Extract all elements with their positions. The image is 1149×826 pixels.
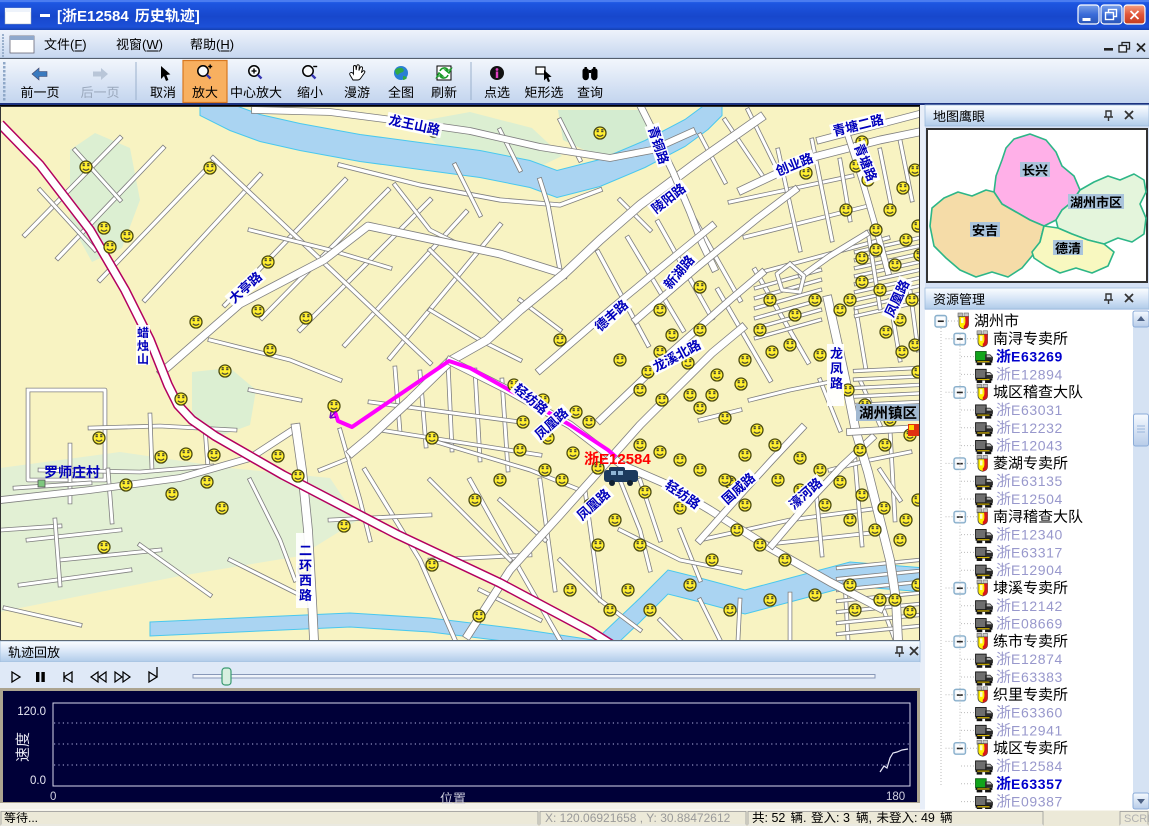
svg-text:E12584: E12584	[599, 451, 651, 468]
svg-text:E08669: E08669	[1011, 616, 1063, 632]
svg-text:SCRL: SCRL	[1124, 813, 1149, 825]
svg-text:.: .	[803, 811, 806, 825]
svg-text:: 52: : 52	[765, 811, 786, 825]
svg-text:(W): (W)	[142, 37, 163, 52]
svg-text:E12894: E12894	[1011, 366, 1063, 382]
svg-text:E63135: E63135	[1011, 473, 1063, 489]
svg-text:E63357: E63357	[1011, 776, 1063, 792]
svg-text:E12874: E12874	[1011, 651, 1063, 667]
svg-text:0.0: 0.0	[30, 775, 46, 787]
svg-text:E63269: E63269	[1011, 349, 1063, 365]
svg-text:180: 180	[886, 791, 905, 803]
svg-text:E12043: E12043	[1011, 438, 1063, 454]
svg-text:(H): (H)	[216, 37, 234, 52]
svg-text:0: 0	[50, 791, 56, 803]
svg-text:E63317: E63317	[1011, 544, 1063, 560]
svg-text:E12504: E12504	[1011, 491, 1063, 507]
svg-text:X: 120.06921658 , Y: 30.884726: X: 120.06921658 , Y: 30.88472612	[545, 811, 731, 825]
svg-text:E12904: E12904	[1011, 562, 1063, 578]
svg-text:E09387: E09387	[1011, 794, 1063, 810]
svg-text:120.0: 120.0	[17, 706, 46, 718]
svg-text:E12941: E12941	[1011, 722, 1063, 738]
svg-text:: 49: : 49	[914, 811, 935, 825]
svg-text:,: ,	[869, 811, 872, 825]
svg-text:E12584: E12584	[77, 8, 129, 25]
svg-text:: 3: : 3	[836, 811, 850, 825]
svg-text:...: ...	[28, 811, 38, 825]
svg-text:(F): (F)	[70, 37, 87, 52]
svg-text:E12340: E12340	[1011, 527, 1063, 543]
svg-text:E63383: E63383	[1011, 669, 1063, 685]
svg-text:E12584: E12584	[1011, 758, 1063, 774]
svg-text:E63360: E63360	[1011, 705, 1063, 721]
svg-text:E12232: E12232	[1011, 420, 1063, 436]
svg-text:E63031: E63031	[1011, 402, 1063, 418]
svg-text:E12142: E12142	[1011, 598, 1063, 614]
